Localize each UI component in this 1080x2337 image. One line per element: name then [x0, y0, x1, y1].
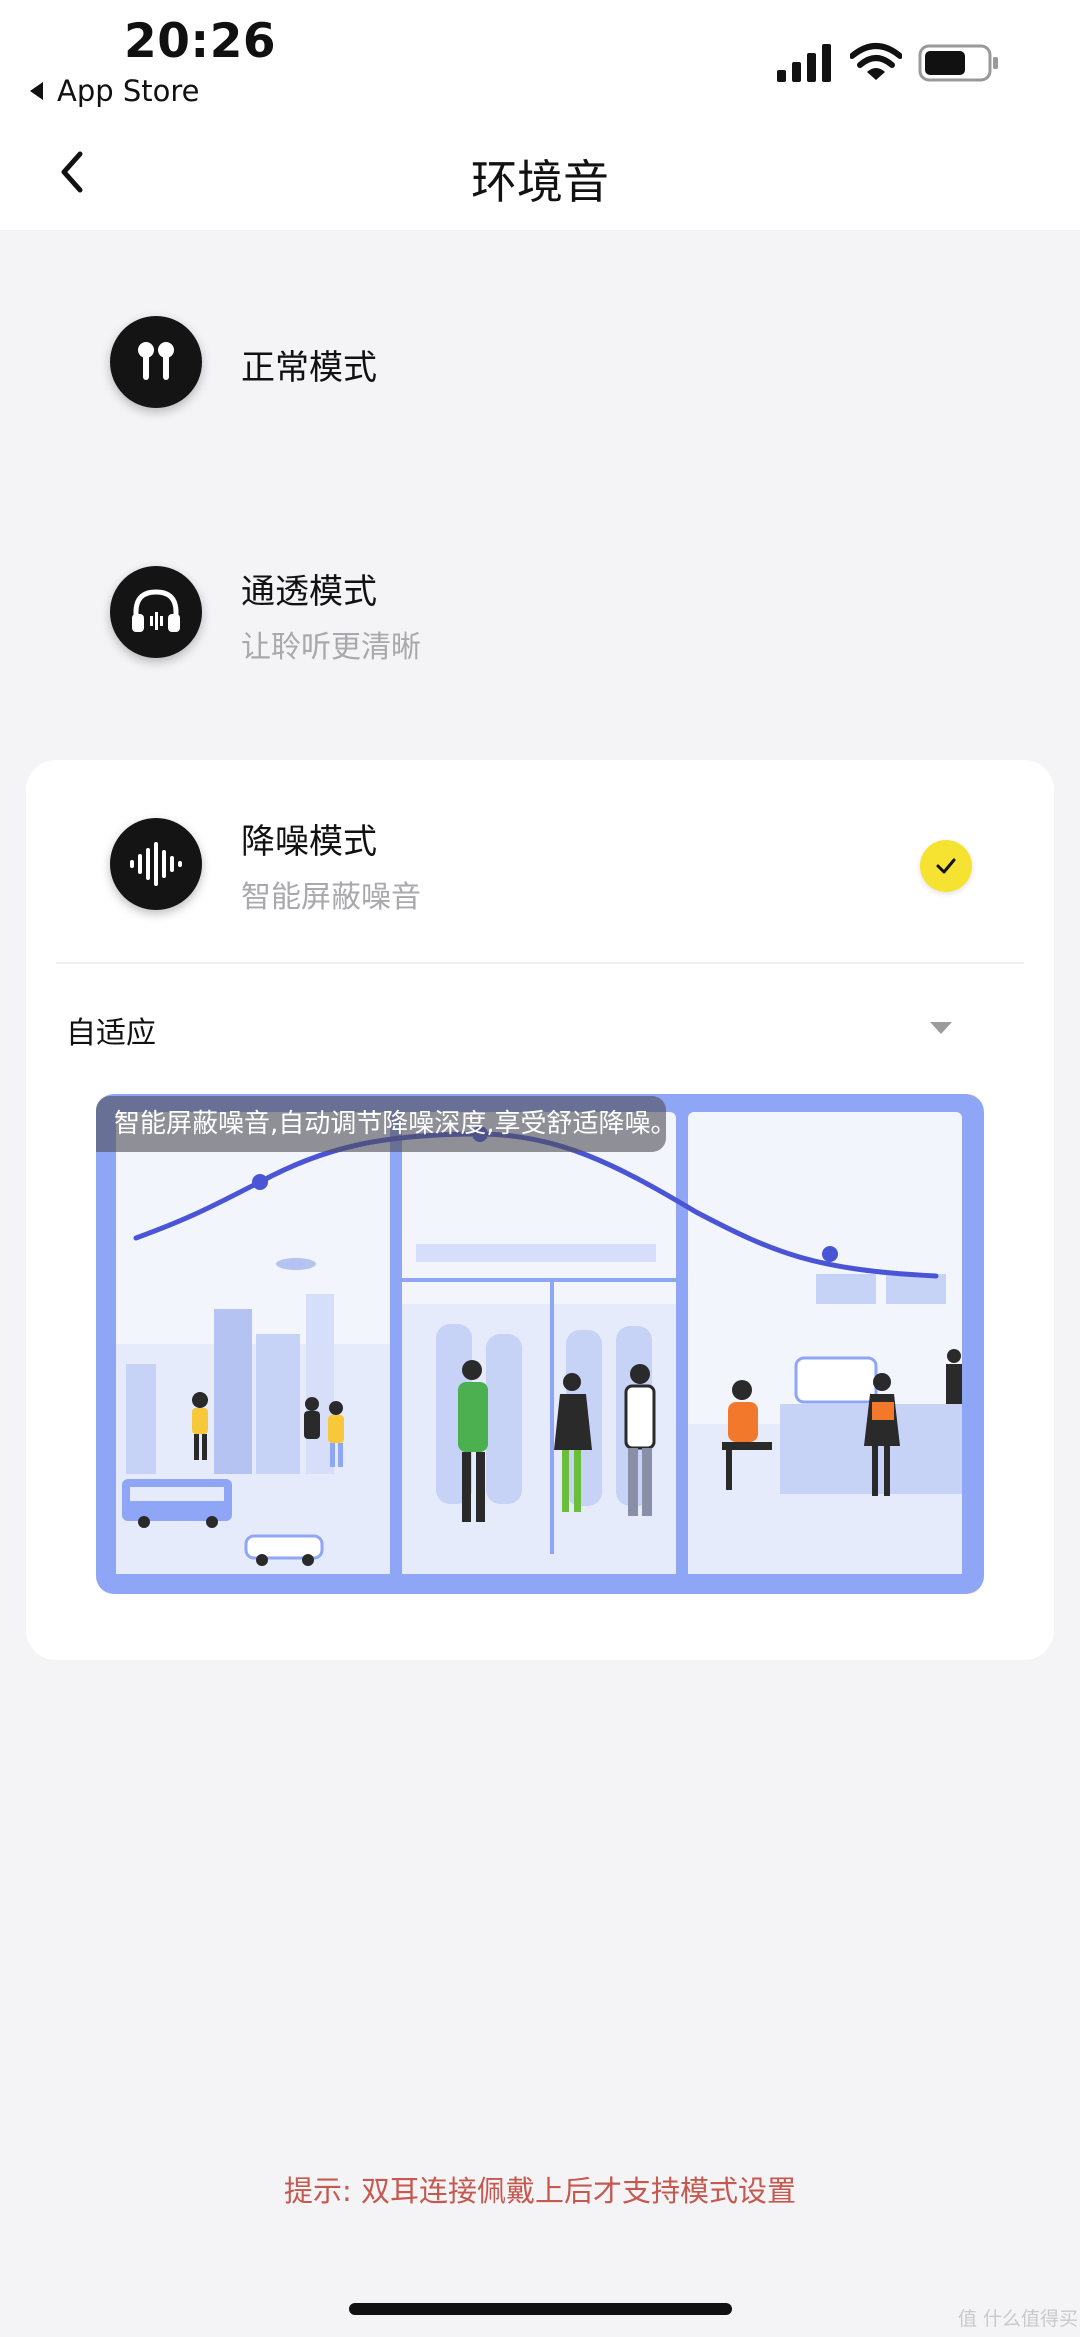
earbuds-icon — [110, 316, 202, 408]
mode-anc-row[interactable]: 降噪模式 智能屏蔽噪音 — [0, 782, 1080, 942]
signal-icon — [777, 44, 831, 82]
back-to-app-store[interactable]: App Store — [30, 74, 200, 108]
home-indicator[interactable] — [349, 2303, 732, 2315]
mode-title: 降噪模式 — [241, 822, 377, 862]
status-time: 20:26 — [124, 14, 277, 69]
card-divider — [56, 962, 1024, 964]
anc-description-tooltip: 智能屏蔽噪音,自动调节降噪深度,享受舒适降噪。 — [96, 1096, 666, 1152]
selected-check-icon — [920, 840, 972, 892]
mode-title: 通透模式 — [241, 572, 377, 612]
status-bar: 20:26 App Store — [0, 0, 1080, 120]
mode-normal-row[interactable]: 正常模式 — [0, 280, 1080, 440]
battery-icon — [918, 44, 998, 82]
headphones-icon — [110, 566, 202, 658]
page-title: 环境音 — [471, 155, 609, 209]
mode-title: 正常模式 — [241, 348, 377, 388]
anc-level-selected: 自适应 — [66, 1016, 156, 1051]
soundwave-icon — [110, 818, 202, 910]
mode-subtitle: 让聆听更清晰 — [241, 630, 421, 665]
mode-subtitle: 智能屏蔽噪音 — [241, 880, 421, 915]
back-triangle-icon — [30, 82, 43, 100]
wifi-icon — [850, 43, 902, 80]
mode-transparency-row[interactable]: 通透模式 让聆听更清晰 — [0, 530, 1080, 690]
nav-bar: 环境音 — [0, 120, 1080, 230]
hint-text: 提示: 双耳连接佩戴上后才支持模式设置 — [284, 2174, 796, 2208]
back-app-label: App Store — [57, 74, 200, 108]
watermark: 值 什么值得买 — [958, 2308, 1079, 2330]
dropdown-arrow-icon[interactable] — [930, 1022, 952, 1034]
anc-illustration — [96, 1094, 984, 1594]
anc-level-dropdown[interactable] — [56, 990, 976, 1070]
